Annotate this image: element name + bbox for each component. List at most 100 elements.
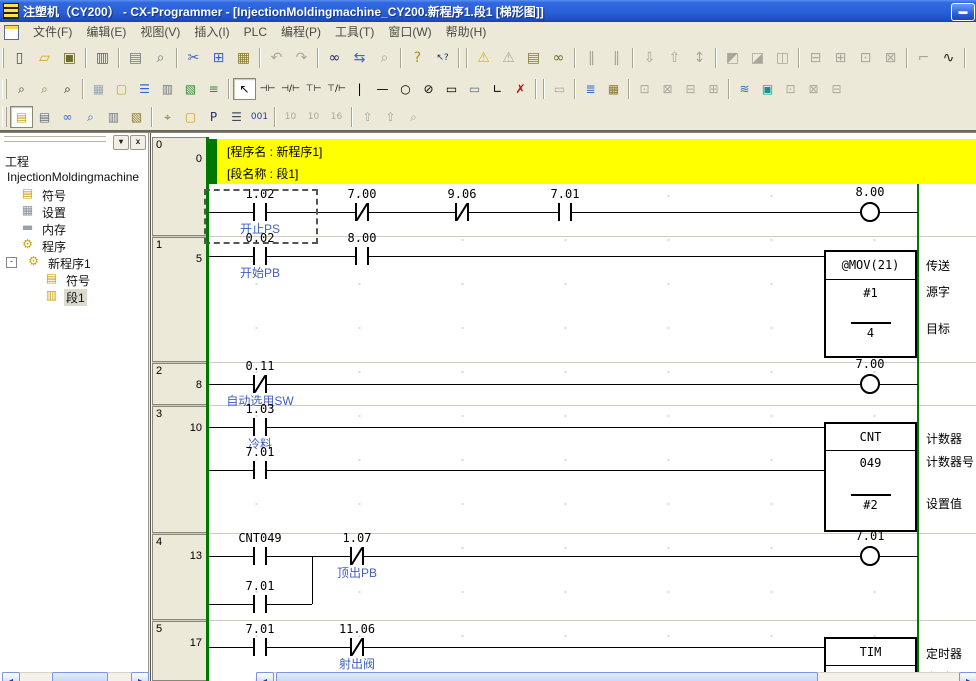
open-file-button[interactable]: ▱	[32, 45, 57, 71]
watch-edit-button[interactable]: ⊟	[679, 78, 702, 100]
menu-tools[interactable]: 工具(T)	[328, 23, 381, 41]
save-button[interactable]: ▣	[57, 45, 82, 71]
coil-tool-button[interactable]: ○	[394, 78, 417, 100]
tree-root-project[interactable]: 工程	[0, 152, 146, 168]
tree-node-memory[interactable]: ▬内存	[0, 220, 146, 236]
workspace-grip[interactable]	[4, 136, 106, 140]
io-multiple-button[interactable]: ☰	[225, 106, 248, 128]
line-down-tool-button[interactable]: ∟	[486, 78, 509, 100]
jump-button[interactable]: ⌖	[156, 106, 179, 128]
monitor-grid-button[interactable]: ▧	[179, 78, 202, 100]
symbol-tree-button[interactable]: ≡	[202, 78, 225, 100]
tree-node-plc[interactable]: InjectionMoldingmachine	[0, 169, 146, 185]
time-chart-button[interactable]: ∿	[936, 45, 961, 71]
context-help-button[interactable]: ↖?	[430, 45, 455, 71]
tree-node-programs[interactable]: ⚙程序	[0, 237, 146, 253]
minimize-button[interactable]: ▬	[951, 3, 975, 21]
ladder-horizontal-scrollbar[interactable]: ◂▸	[256, 672, 976, 681]
tree-node-newprogram1[interactable]: -⚙新程序1	[0, 254, 146, 270]
workspace-close-button[interactable]: x	[130, 135, 146, 150]
work-online-button[interactable]: ▤	[521, 45, 546, 71]
contact-no-tool-button[interactable]: ⊣⊢	[256, 78, 279, 100]
menu-window[interactable]: 窗口(W)	[381, 23, 438, 41]
mode-run-button[interactable]: ⊠	[878, 45, 903, 71]
print-button[interactable]: ▤	[123, 45, 148, 71]
tree-node-newprogram1-symbols[interactable]: ▤符号	[0, 271, 146, 287]
workspace-dropdown-button[interactable]: ▾	[113, 135, 129, 150]
binary-monitor-button[interactable]: 001	[248, 106, 271, 128]
symbol-table-button[interactable]: ≣	[579, 78, 602, 100]
menu-file[interactable]: 文件(F)	[26, 23, 79, 41]
scroll-right-button[interactable]: ▸	[959, 672, 976, 681]
section-header-banner[interactable]: [程序名 : 新程序1] [段名称 : 段1]	[209, 139, 976, 184]
edit-comment-button[interactable]: ▭	[548, 78, 571, 100]
help-button[interactable]: ?	[405, 45, 430, 71]
go-to-next-address-button[interactable]: ⇧	[379, 106, 402, 128]
coil-nc-tool-button[interactable]: ⊘	[417, 78, 440, 100]
compile-program-check-button[interactable]: ⚠	[471, 45, 496, 71]
watch-clear-button[interactable]: ⊞	[702, 78, 725, 100]
watch-window-button[interactable]: ∞	[56, 106, 79, 128]
signed-decimal-monitor-button[interactable]: 10	[302, 106, 325, 128]
selected-cell-outline[interactable]	[204, 189, 318, 244]
menu-edit[interactable]: 编辑(E)	[79, 23, 133, 41]
monitor-window-button[interactable]: ▣	[756, 78, 779, 100]
transfer-settings-button[interactable]: ⇄	[969, 45, 976, 71]
window-view-2-button[interactable]: ⊠	[802, 78, 825, 100]
instruction-nc-tool-button[interactable]: ▭	[463, 78, 486, 100]
instruction-tool-button[interactable]: ▭	[440, 78, 463, 100]
workspace-grip[interactable]	[4, 141, 106, 145]
new-file-button[interactable]: ▯	[7, 45, 32, 71]
toolbar-grip[interactable]	[2, 48, 4, 68]
compile-all-button[interactable]: ⚠	[496, 45, 521, 71]
output-window-button[interactable]: ▤	[33, 106, 56, 128]
menu-insert[interactable]: 插入(I)	[187, 23, 236, 41]
search-all-button[interactable]: ⌕	[372, 45, 397, 71]
zoom-in-button[interactable]: ⌕	[56, 78, 79, 100]
vertical-line-tool-button[interactable]: |	[348, 78, 371, 100]
scrollbar-thumb[interactable]	[276, 672, 818, 681]
contact-or-nc-tool-button[interactable]: ⊤∕⊢	[325, 78, 348, 100]
scroll-right-button[interactable]: ▸	[131, 672, 149, 681]
mode-program-button[interactable]: ⊟	[803, 45, 828, 71]
decimal-monitor-button[interactable]: 10	[279, 106, 302, 128]
tree-node-settings[interactable]: ▦设置	[0, 203, 146, 219]
delete-tool-button[interactable]: ✗	[509, 78, 532, 100]
memory-view-button[interactable]: ▦	[602, 78, 625, 100]
replace-button[interactable]: ⇆	[347, 45, 372, 71]
select-tool-button[interactable]: ↖	[233, 78, 256, 100]
paste-button[interactable]: ▦	[231, 45, 256, 71]
pause-button[interactable]: ‖	[604, 45, 629, 71]
cut-button[interactable]: ✂	[181, 45, 206, 71]
cross-reference-button[interactable]: ⌕	[79, 106, 102, 128]
menu-plc[interactable]: PLC	[237, 23, 274, 41]
contact-or-no-tool-button[interactable]: ⊤⊢	[302, 78, 325, 100]
comment-list-button[interactable]: ▢	[179, 106, 202, 128]
scroll-left-button[interactable]: ◂	[256, 672, 274, 681]
io-comment-button[interactable]: ▥	[156, 78, 179, 100]
monitor-button[interactable]: ∞	[546, 45, 571, 71]
contact-nc-tool-button[interactable]: ⊣∕⊢	[279, 78, 302, 100]
rung-list-button[interactable]: ☰	[133, 78, 156, 100]
watch-remove-button[interactable]: ⊠	[656, 78, 679, 100]
properties-button[interactable]: ▧	[125, 106, 148, 128]
grid-toggle-button[interactable]: ▦	[87, 78, 110, 100]
menu-help[interactable]: 帮助(H)	[439, 23, 494, 41]
tree-node-symbols[interactable]: ▤符号	[0, 186, 146, 202]
watch-add-button[interactable]: ⊡	[633, 78, 656, 100]
compare-with-plc-button[interactable]: ↕	[687, 45, 712, 71]
toolbar-grip[interactable]	[2, 107, 7, 127]
zoom-custom-button[interactable]: ⌕	[33, 78, 56, 100]
copy-button[interactable]: ⊞	[206, 45, 231, 71]
menu-view[interactable]: 视图(V)	[133, 23, 187, 41]
rung-comment-button[interactable]: ▢	[110, 78, 133, 100]
tree-node-section1[interactable]: ▥段1	[0, 288, 146, 304]
project-window-button[interactable]: ▤	[10, 106, 33, 128]
print-preview-button[interactable]: ⌕	[148, 45, 173, 71]
hierarchy-button[interactable]: ≋	[733, 78, 756, 100]
force-set-button[interactable]: ◩	[720, 45, 745, 71]
mode-debug-button[interactable]: ⊞	[828, 45, 853, 71]
download-to-plc-button[interactable]: ⇩	[637, 45, 662, 71]
program-flag-button[interactable]: P	[202, 106, 225, 128]
pause-monitor-button[interactable]: ‖	[579, 45, 604, 71]
